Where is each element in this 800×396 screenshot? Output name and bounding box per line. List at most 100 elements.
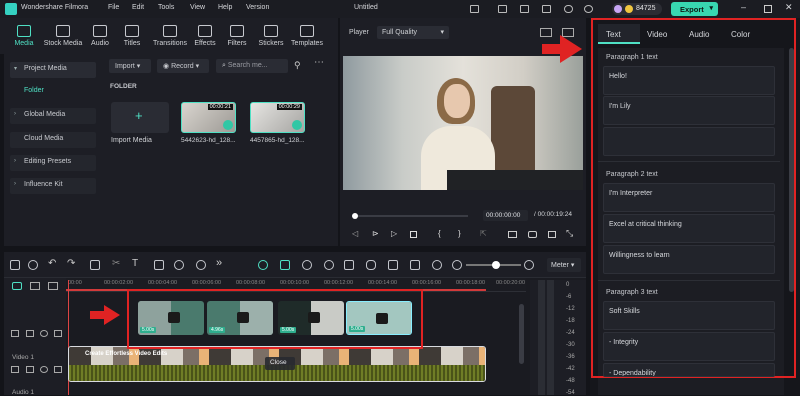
undo-icon[interactable]: ↶ <box>48 258 56 269</box>
magnetic-icon[interactable] <box>258 260 268 270</box>
track-audio-icon[interactable] <box>26 366 34 373</box>
cut-icon[interactable]: ✂ <box>112 258 120 269</box>
menu-version[interactable]: Version <box>246 4 269 11</box>
screen-icon[interactable] <box>410 260 420 270</box>
mark-out-icon[interactable]: } <box>458 229 461 238</box>
tab-titles[interactable]: Titles <box>116 18 148 54</box>
import-dropdown[interactable]: Import ▾ <box>109 59 151 73</box>
tab-audio[interactable]: Audio <box>84 18 116 54</box>
ai-icon[interactable] <box>280 260 290 270</box>
menu-help[interactable]: Help <box>218 4 232 11</box>
paragraph-2-line-2[interactable]: Excel at critical thinking <box>603 214 775 243</box>
current-time[interactable]: 00:00:00:00 <box>483 210 528 221</box>
shield-icon[interactable] <box>344 260 354 270</box>
track-edit-icon[interactable] <box>54 366 62 373</box>
audio-icon[interactable] <box>548 231 556 238</box>
close-tooltip[interactable]: Close <box>265 357 295 370</box>
save-icon[interactable] <box>520 5 529 13</box>
media-thumbnail[interactable]: 00:00:29 <box>250 102 305 133</box>
paragraph-1-line-1[interactable]: Hello! <box>603 66 775 95</box>
sidebar-item-editing-presets[interactable]: › Editing Presets <box>10 155 96 171</box>
tab-stock-media[interactable]: Stock Media <box>43 18 83 54</box>
step-back-icon[interactable]: ⊳ <box>372 229 379 238</box>
paragraph-3-line-2[interactable]: - Integrity <box>603 332 775 361</box>
zoom-in-icon[interactable] <box>524 260 534 270</box>
redo-icon[interactable]: ↷ <box>67 258 75 269</box>
mark-in-icon[interactable]: { <box>438 229 441 238</box>
close-window-icon[interactable]: ✕ <box>785 2 793 13</box>
render-icon[interactable] <box>302 260 312 270</box>
grid-icon[interactable] <box>540 28 552 37</box>
menu-view[interactable]: View <box>190 4 205 11</box>
text-tool-icon[interactable]: T <box>132 258 138 269</box>
track-lock-icon[interactable] <box>11 330 19 337</box>
paragraph-3-line-1[interactable]: Soft Skills <box>603 301 775 330</box>
tab-media[interactable]: Media <box>6 18 42 54</box>
link-icon[interactable] <box>12 282 22 290</box>
play-icon[interactable]: ▷ <box>391 229 397 238</box>
credits-badge[interactable]: 84725 <box>612 3 662 15</box>
sidebar-item-influence-kit[interactable]: › Influence Kit <box>10 178 96 194</box>
paragraph-2-line-3[interactable]: Willingness to learn <box>603 245 775 274</box>
quality-select[interactable]: Full Quality ▾ <box>377 26 449 39</box>
mixer-icon[interactable] <box>432 260 442 270</box>
settings-icon[interactable] <box>584 5 593 13</box>
main-video-clip[interactable]: Create Effortless Video Edits Close <box>68 346 486 382</box>
delete-icon[interactable] <box>90 260 100 270</box>
tab-effects[interactable]: Effects <box>191 18 219 54</box>
track-lock-icon[interactable] <box>11 366 19 373</box>
filter-icon[interactable]: ⚲ <box>294 60 301 71</box>
layout-icon[interactable] <box>542 5 551 13</box>
select-icon[interactable] <box>28 260 38 270</box>
sidebar-item-folder[interactable]: Folder <box>10 84 96 100</box>
media-thumbnail[interactable]: 00:00:21 <box>181 102 236 133</box>
display-icon[interactable] <box>508 231 517 238</box>
add-track-icon[interactable] <box>48 282 58 290</box>
track-manager-icon[interactable] <box>30 282 40 290</box>
tab-templates[interactable]: Templates <box>289 18 325 54</box>
record-dropdown[interactable]: ◉ Record ▾ <box>157 59 209 73</box>
insert-icon[interactable]: ⇱ <box>480 229 487 238</box>
notification-icon[interactable] <box>498 5 507 13</box>
meter-dropdown[interactable]: Meter ▾ <box>547 258 581 272</box>
crop-icon[interactable] <box>154 260 164 270</box>
upload-icon[interactable] <box>470 5 479 13</box>
microphone-icon[interactable] <box>366 260 376 270</box>
video-preview[interactable] <box>343 56 583 190</box>
import-media-button[interactable]: + <box>111 102 169 133</box>
color-icon[interactable] <box>174 260 184 270</box>
menu-file[interactable]: File <box>108 4 119 11</box>
menu-tools[interactable]: Tools <box>158 4 174 11</box>
sidebar-item-project-media[interactable]: ▾ Project Media <box>10 62 96 78</box>
marker-icon[interactable] <box>324 260 334 270</box>
sidebar-item-cloud-media[interactable]: Cloud Media <box>10 132 96 148</box>
stop-icon[interactable] <box>410 231 417 238</box>
track-eye-icon[interactable] <box>40 366 48 373</box>
minimize-icon[interactable]: – <box>741 2 746 12</box>
maximize-icon[interactable] <box>764 5 772 13</box>
export-button[interactable]: Export ▾ <box>671 2 718 16</box>
search-input[interactable]: ⌕ Search me... <box>216 59 288 73</box>
paragraph-1-line-2[interactable]: I'm Lily <box>603 96 775 125</box>
voiceover-icon[interactable] <box>388 260 398 270</box>
paragraph-3-line-3[interactable]: - Dependability <box>603 363 775 377</box>
zoom-slider-knob[interactable] <box>492 261 500 269</box>
cloud-icon[interactable] <box>564 5 573 13</box>
menu-edit[interactable]: Edit <box>132 4 144 11</box>
more-icon[interactable]: ⋯ <box>314 57 324 68</box>
tab-transitions[interactable]: Transitions <box>150 18 190 54</box>
snapshot-icon[interactable] <box>528 231 537 238</box>
paragraph-2-line-1[interactable]: I'm Interpreter <box>603 183 775 212</box>
timeline-scrollbar[interactable] <box>519 304 524 364</box>
tab-filters[interactable]: Filters <box>222 18 252 54</box>
sidebar-item-global-media[interactable]: › Global Media <box>10 108 96 124</box>
track-edit-icon[interactable] <box>54 330 62 337</box>
previous-frame-icon[interactable]: ◁ <box>352 229 358 238</box>
tab-stickers[interactable]: Stickers <box>254 18 288 54</box>
fullscreen-icon[interactable]: ⤡ <box>566 228 573 239</box>
track-eye-icon[interactable] <box>40 330 48 337</box>
more-tools-icon[interactable]: » <box>216 257 222 269</box>
grid-view-icon[interactable] <box>10 260 20 270</box>
speed-icon[interactable] <box>196 260 206 270</box>
track-audio-icon[interactable] <box>26 330 34 337</box>
